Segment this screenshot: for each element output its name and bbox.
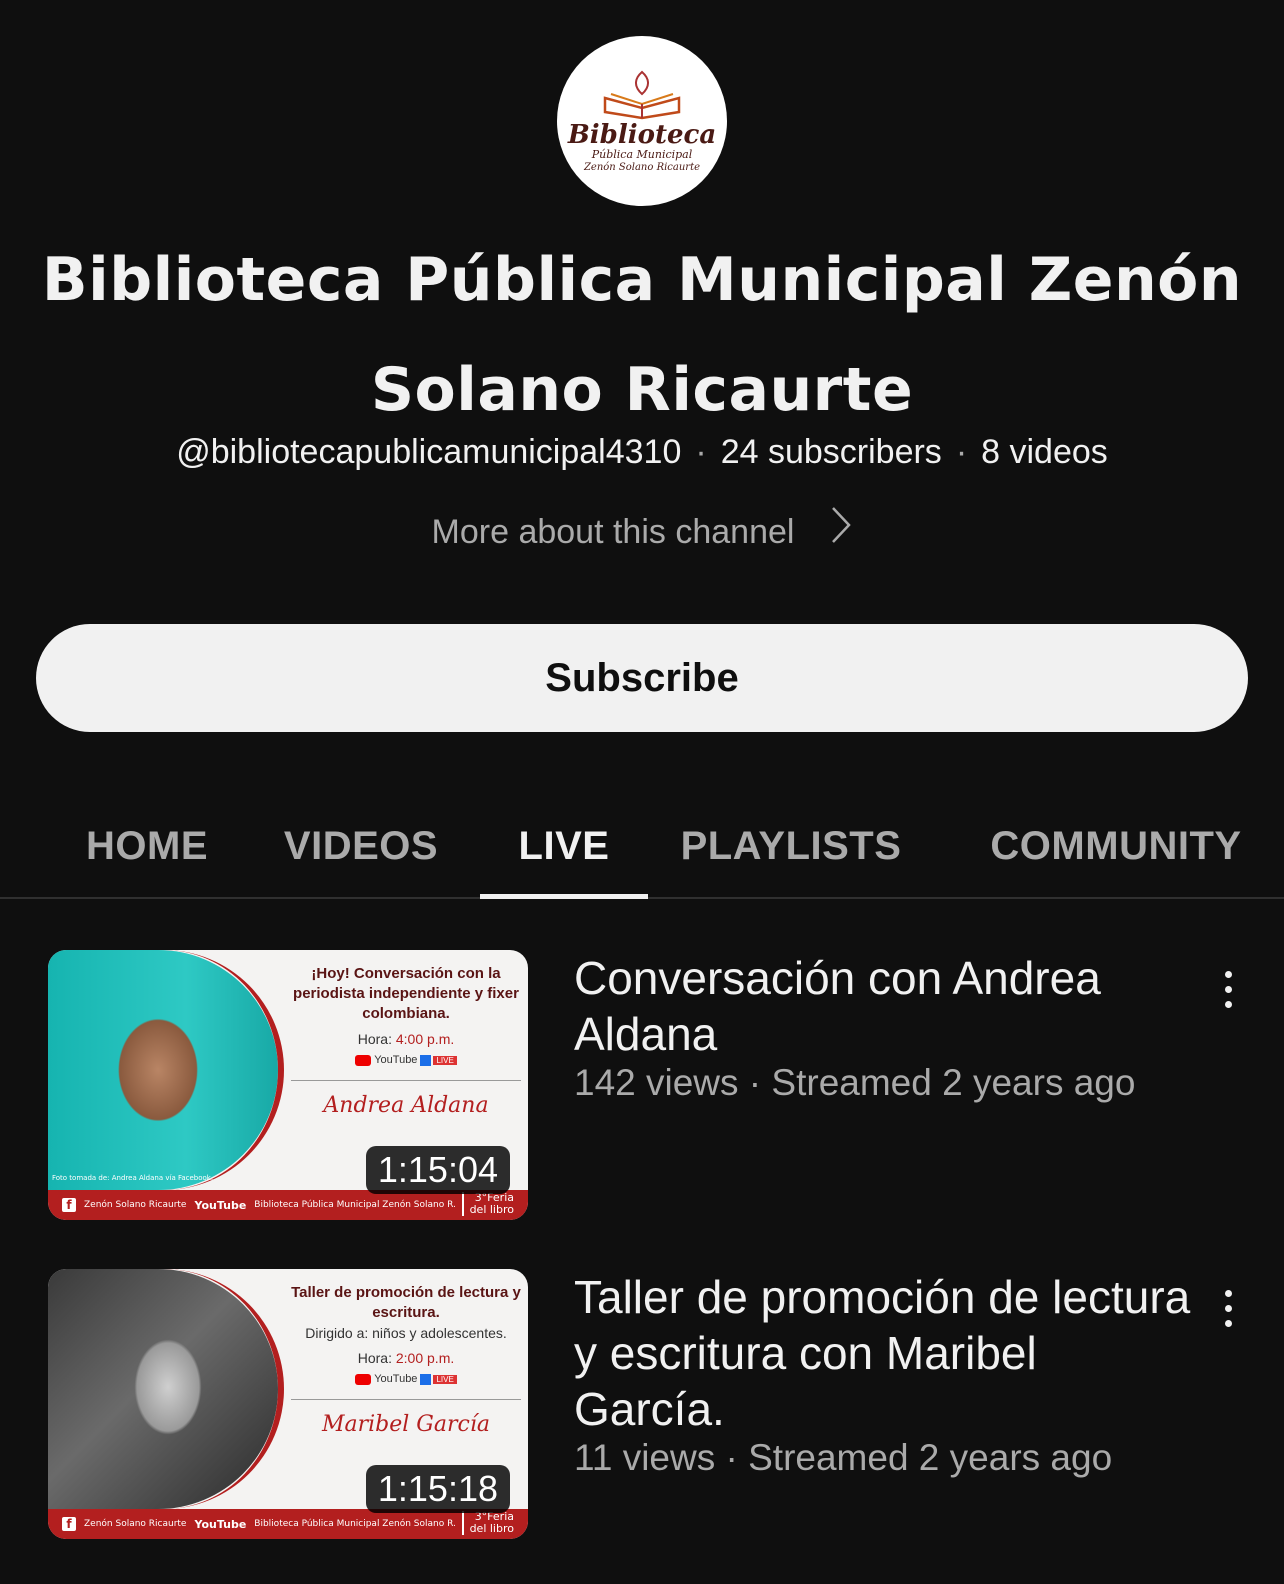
facebook-icon: f [62,1198,76,1212]
video-item[interactable]: Foto tomada de: Andrea Aldana vía Facebo… [48,950,1248,1222]
facebook-icon [420,1054,432,1066]
band-youtube-label: YouTube [194,1517,247,1531]
thumbnail-frame [48,950,284,1190]
more-about-channel-link[interactable]: More about this channel [0,505,1284,558]
band-facebook-label: Zenón Solano Ricaurte [84,1519,187,1529]
video-title[interactable]: Conversación con Andrea Aldana [574,950,1194,1062]
thumbnail-platforms: YouTube LIVE [286,1373,526,1385]
video-meta: 11 views · Streamed 2 years ago [574,1437,1113,1478]
logo-text: Pública Municipal [591,148,693,162]
feria-line: del libro [469,1522,514,1535]
band-org-label: Biblioteca Pública Municipal Zenón Solan… [254,1200,456,1210]
subscriber-count: 24 subscribers [720,433,942,471]
channel-tabs: HOME VIDEOS LIVE PLAYLISTS COMMUNITY [0,795,1284,899]
more-options-icon[interactable] [1208,1283,1248,1333]
video-item[interactable]: Taller de promoción de lectura y escritu… [48,1269,1248,1541]
band-org-label: Biblioteca Pública Municipal Zenón Solan… [254,1519,456,1529]
separator-dot: · [955,433,968,471]
more-options-icon[interactable] [1208,964,1248,1014]
channel-title: Biblioteca Pública Municipal Zenón Solan… [41,245,1243,425]
video-thumbnail[interactable]: Foto tomada de: Andrea Aldana vía Facebo… [48,950,528,1220]
channel-handle: @bibliotecapublicamunicipal4310 [176,433,682,471]
band-facebook-label: Zenón Solano Ricaurte [84,1200,187,1210]
thumbnail-headline: Taller de promoción de lectura y escritu… [291,1284,521,1321]
youtube-icon [355,1054,372,1066]
live-badge-icon: LIVE [433,1374,457,1384]
thumbnail-time: Hora: 4:00 p.m. [286,1028,526,1050]
video-title[interactable]: Taller de promoción de lectura y escritu… [574,1269,1194,1437]
youtube-label: YouTube [374,1373,418,1385]
divider [291,1080,521,1081]
youtube-icon [355,1373,372,1385]
thumbnail-platforms: YouTube LIVE [286,1054,526,1066]
thumbnail-time: Hora: 2:00 p.m. [286,1347,526,1369]
separator-dot: · [695,433,707,471]
video-meta: 142 views · Streamed 2 years ago [574,1062,1136,1103]
video-info: Taller de promoción de lectura y escritu… [574,1269,1194,1479]
video-thumbnail[interactable]: Taller de promoción de lectura y escritu… [48,1269,528,1539]
tab-community[interactable]: COMMUNITY [966,795,1266,897]
channel-avatar[interactable]: Biblioteca Pública Municipal Zenón Solan… [557,36,727,206]
feria-badge: 3°Feria del libro [461,1511,514,1535]
time-label: Hora: [357,1350,392,1366]
facebook-icon [420,1373,432,1385]
tab-live[interactable]: LIVE [480,795,648,899]
live-badge-icon: LIVE [433,1055,457,1065]
time-value: 2:00 p.m. [395,1350,455,1366]
view-count: 142 views [574,1062,739,1103]
subscribe-button[interactable]: Subscribe [36,624,1248,732]
thumbnail-band: f Zenón Solano Ricaurte YouTube Bibliote… [48,1509,528,1539]
video-info: Conversación con Andrea Aldana 142 views… [574,950,1194,1104]
facebook-icon: f [62,1517,76,1531]
channel-meta: @bibliotecapublicamunicipal4310 · 24 subsc… [0,428,1284,476]
thumbnail-guest-name: Maribel García [321,1412,490,1437]
feria-line: del libro [469,1203,514,1216]
thumbnail-frame [48,1269,284,1509]
more-about-label: More about this channel [431,513,795,551]
tab-playlists[interactable]: PLAYLISTS [670,795,912,897]
thumbnail-band: f Zenón Solano Ricaurte YouTube Bibliote… [48,1190,528,1220]
thumbnail-headline: ¡Hoy! Conversación con la periodista ind… [293,965,519,1022]
feria-badge: 3°Feria del libro [461,1192,514,1216]
video-duration: 1:15:18 [365,1465,510,1513]
view-count: 11 views [574,1437,716,1478]
youtube-label: YouTube [374,1054,418,1066]
divider [291,1399,521,1400]
streamed-date: Streamed 2 years ago [748,1437,1113,1478]
band-youtube-label: YouTube [194,1198,247,1212]
time-label: Hora: [357,1031,392,1047]
time-value: 4:00 p.m. [395,1031,455,1047]
library-logo-icon [603,71,681,120]
thumbnail-credit: Foto tomada de: Andrea Aldana vía Facebo… [52,1174,214,1182]
tab-videos[interactable]: VIDEOS [264,795,458,897]
thumbnail-detail: Dirigido a: niños y adolescentes. [305,1325,507,1341]
thumbnail-text: ¡Hoy! Conversación con la periodista ind… [286,964,526,1121]
logo-text: Zenón Solano Ricaurte [583,161,701,173]
video-count: 8 videos [981,433,1108,471]
tab-home[interactable]: HOME [60,795,234,897]
thumbnail-guest-name: Andrea Aldana [323,1093,489,1118]
streamed-date: Streamed 2 years ago [771,1062,1136,1103]
chevron-right-icon [830,505,852,558]
logo-text: Biblioteca [567,120,717,151]
video-duration: 1:15:04 [365,1146,510,1194]
thumbnail-text: Taller de promoción de lectura y escritu… [286,1283,526,1440]
